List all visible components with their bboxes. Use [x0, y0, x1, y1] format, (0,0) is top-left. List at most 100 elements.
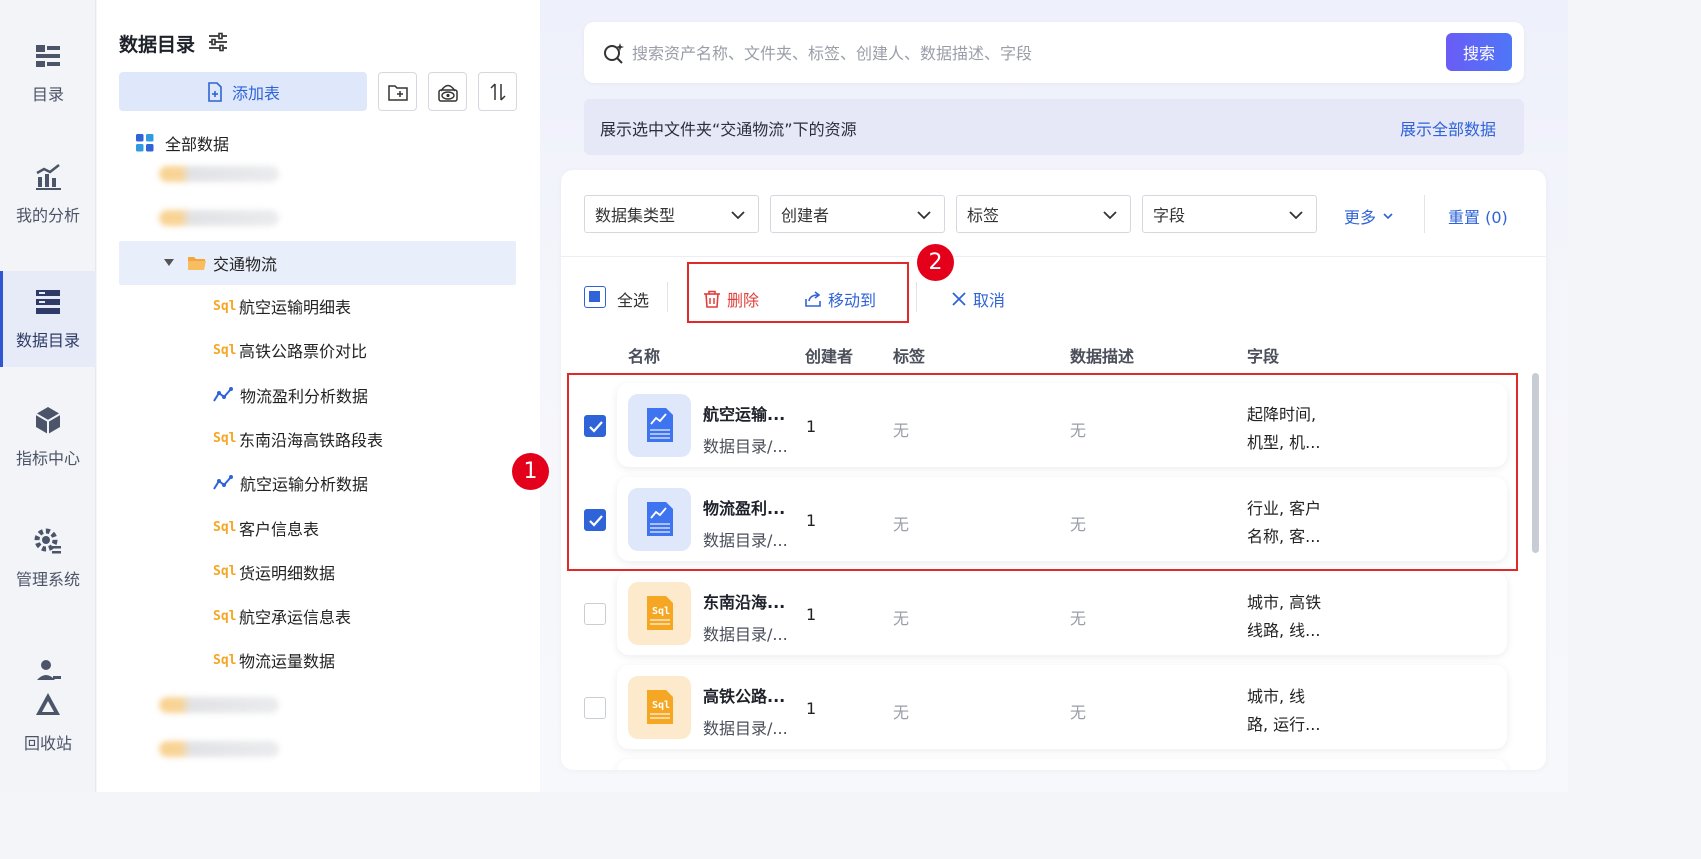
filter-field[interactable]: 字段 — [1142, 195, 1317, 233]
filter-dataset-type[interactable]: 数据集类型 — [584, 195, 759, 233]
search-button[interactable]: 搜索 — [1446, 33, 1512, 71]
rail-item-data-catalog[interactable]: 数据目录 — [0, 271, 96, 367]
blurred-folder — [159, 741, 279, 757]
tree-item[interactable]: Sql 高铁公路票价对比 — [213, 330, 367, 370]
tree-folder-transport-logistics[interactable]: 交通物流 — [119, 241, 516, 285]
tree-item[interactable]: Sql 东南沿海高铁路段表 — [213, 419, 383, 459]
rail-item-label: 管理系统 — [15, 570, 80, 589]
add-table-label: 添加表 — [231, 83, 280, 103]
filter-sliders-icon[interactable] — [207, 31, 229, 53]
search-bar: 搜索 — [584, 22, 1524, 83]
new-folder-button[interactable] — [378, 72, 417, 111]
tree-item[interactable]: Sql 航空运输明细表 — [213, 286, 351, 326]
row-checkbox[interactable] — [584, 603, 606, 625]
dataset-name[interactable]: 东南沿海... — [703, 589, 785, 613]
line-chart-icon — [213, 475, 233, 490]
tree-root-label: 全部数据 — [165, 135, 230, 154]
row-checkbox[interactable] — [584, 697, 606, 719]
chevron-down-icon — [731, 211, 745, 220]
sql-table-icon: Sql — [213, 564, 237, 580]
table-row[interactable]: Sql 东南沿海... 数据目录/... 1 无 无 城市, 高铁 线路, 线... — [617, 571, 1507, 655]
sql-table-icon: Sql — [213, 342, 237, 358]
column-header-creator: 创建者 — [805, 347, 854, 366]
grid-apps-icon — [136, 134, 154, 152]
reset-filters-button[interactable]: 重置 (0) — [1448, 204, 1508, 228]
divider — [916, 282, 917, 312]
folder-open-icon — [188, 257, 206, 270]
annotation-highlight-actions — [687, 262, 909, 323]
search-input[interactable] — [632, 38, 1412, 68]
cancel-selection-button[interactable]: 取消 — [951, 287, 1005, 311]
chevron-down-icon — [1289, 211, 1303, 220]
rail-item-label: 我的分析 — [15, 206, 80, 225]
catalog-tree-panel: 数据目录 添加表 全部数据 交通物流 Sql 航空运输明细表 Sql 高铁公路票价对比… — [97, 0, 637, 792]
dataset-tag: 无 — [893, 609, 910, 628]
divider — [667, 282, 668, 312]
tree-item[interactable]: Sql 客户信息表 — [213, 508, 319, 548]
rail-item-my-analysis[interactable]: 我的分析 — [0, 146, 96, 242]
filter-label: 数据集类型 — [595, 206, 676, 225]
dataset-name[interactable]: 高铁公路... — [703, 683, 785, 707]
sort-button[interactable] — [478, 72, 517, 111]
line-chart-icon — [213, 386, 233, 402]
sql-table-icon: Sql — [213, 608, 237, 624]
metric-icon — [35, 407, 61, 434]
rail-item-label: 数据目录 — [15, 331, 80, 350]
tree-item[interactable]: Sql 物流运量数据 — [213, 640, 335, 680]
rail-item-recycle[interactable]: 回收站 — [0, 645, 96, 765]
caret-down-icon — [164, 259, 174, 266]
tree-item-label: 高铁公路票价对比 — [239, 342, 368, 362]
column-header-fields: 字段 — [1247, 347, 1280, 366]
more-filters-button[interactable]: 更多 — [1344, 204, 1394, 228]
sql-dataset-icon: Sql — [647, 690, 673, 724]
annotation-badge-2: 2 — [917, 244, 954, 281]
add-table-button[interactable]: 添加表 — [119, 72, 367, 111]
user-icon — [37, 660, 61, 680]
blurred-folder — [159, 210, 279, 226]
rail-item-admin[interactable]: 管理系统 — [0, 510, 96, 606]
dataset-thumbnail: Sql — [628, 676, 691, 739]
select-all-checkbox[interactable] — [584, 286, 606, 308]
rail-item-catalog[interactable]: 目录 — [0, 25, 96, 121]
chevron-down-icon — [917, 211, 931, 220]
close-icon — [952, 292, 966, 306]
table-row[interactable]: Sql 高铁公路... 数据目录/... 1 无 无 城市, 线路, 运行... — [617, 665, 1507, 749]
rail-item-label: 回收站 — [23, 734, 72, 753]
admin-gear-icon — [34, 528, 61, 554]
column-header-tag: 标签 — [893, 347, 926, 366]
resource-list-card: 数据集类型 创建者 标签 字段 更多 重置 (0) 全选 删除 移动到 取消 2… — [561, 170, 1546, 770]
filter-tag[interactable]: 标签 — [956, 195, 1131, 233]
tree-item-label: 航空运输分析数据 — [240, 475, 369, 495]
blurred-folder — [159, 166, 279, 182]
filter-label: 标签 — [967, 206, 1000, 225]
tree-item[interactable]: 物流盈利分析数据 — [213, 375, 368, 415]
tree-item-label: 物流盈利分析数据 — [240, 386, 369, 406]
tree-item-label: 航空运输明细表 — [239, 298, 352, 317]
tree-item[interactable]: Sql 货运明细数据 — [213, 552, 335, 592]
dataset-fields: 城市, 线 — [1247, 687, 1306, 706]
table-row[interactable] — [617, 759, 1507, 770]
dataset-path: 数据目录/... — [703, 625, 788, 644]
show-all-data-link[interactable]: 展示全部数据 — [1400, 116, 1496, 140]
new-folder-icon — [387, 84, 408, 101]
dataset-creator: 1 — [806, 699, 817, 718]
tree-item-label: 东南沿海高铁路段表 — [239, 430, 384, 450]
view-settings-button[interactable] — [428, 72, 467, 111]
add-file-icon — [208, 81, 222, 102]
tree-root-all-data[interactable]: 全部数据 — [135, 123, 229, 163]
sql-table-icon: Sql — [213, 652, 237, 668]
tree-item[interactable]: 航空运输分析数据 — [213, 463, 368, 503]
folder-scope-notice: 展示选中文件夹“交通物流”下的资源 展示全部数据 — [584, 99, 1524, 155]
tree-item[interactable]: Sql 航空承运信息表 — [213, 596, 351, 636]
filter-creator[interactable]: 创建者 — [770, 195, 945, 233]
catalog-icon — [36, 45, 60, 67]
more-label: 更多 — [1344, 208, 1377, 227]
cancel-label: 取消 — [973, 291, 1006, 310]
rail-item-metric-center[interactable]: 指标中心 — [0, 389, 96, 485]
left-nav-rail: 目录 我的分析 数据目录 指标中心 管理系统 回收站 — [0, 0, 96, 792]
tree-item-label: 物流运量数据 — [239, 652, 336, 672]
dataset-tag: 无 — [893, 703, 910, 722]
filter-label: 字段 — [1153, 206, 1186, 225]
filter-label: 创建者 — [781, 206, 830, 225]
list-scrollbar[interactable] — [1532, 373, 1539, 553]
